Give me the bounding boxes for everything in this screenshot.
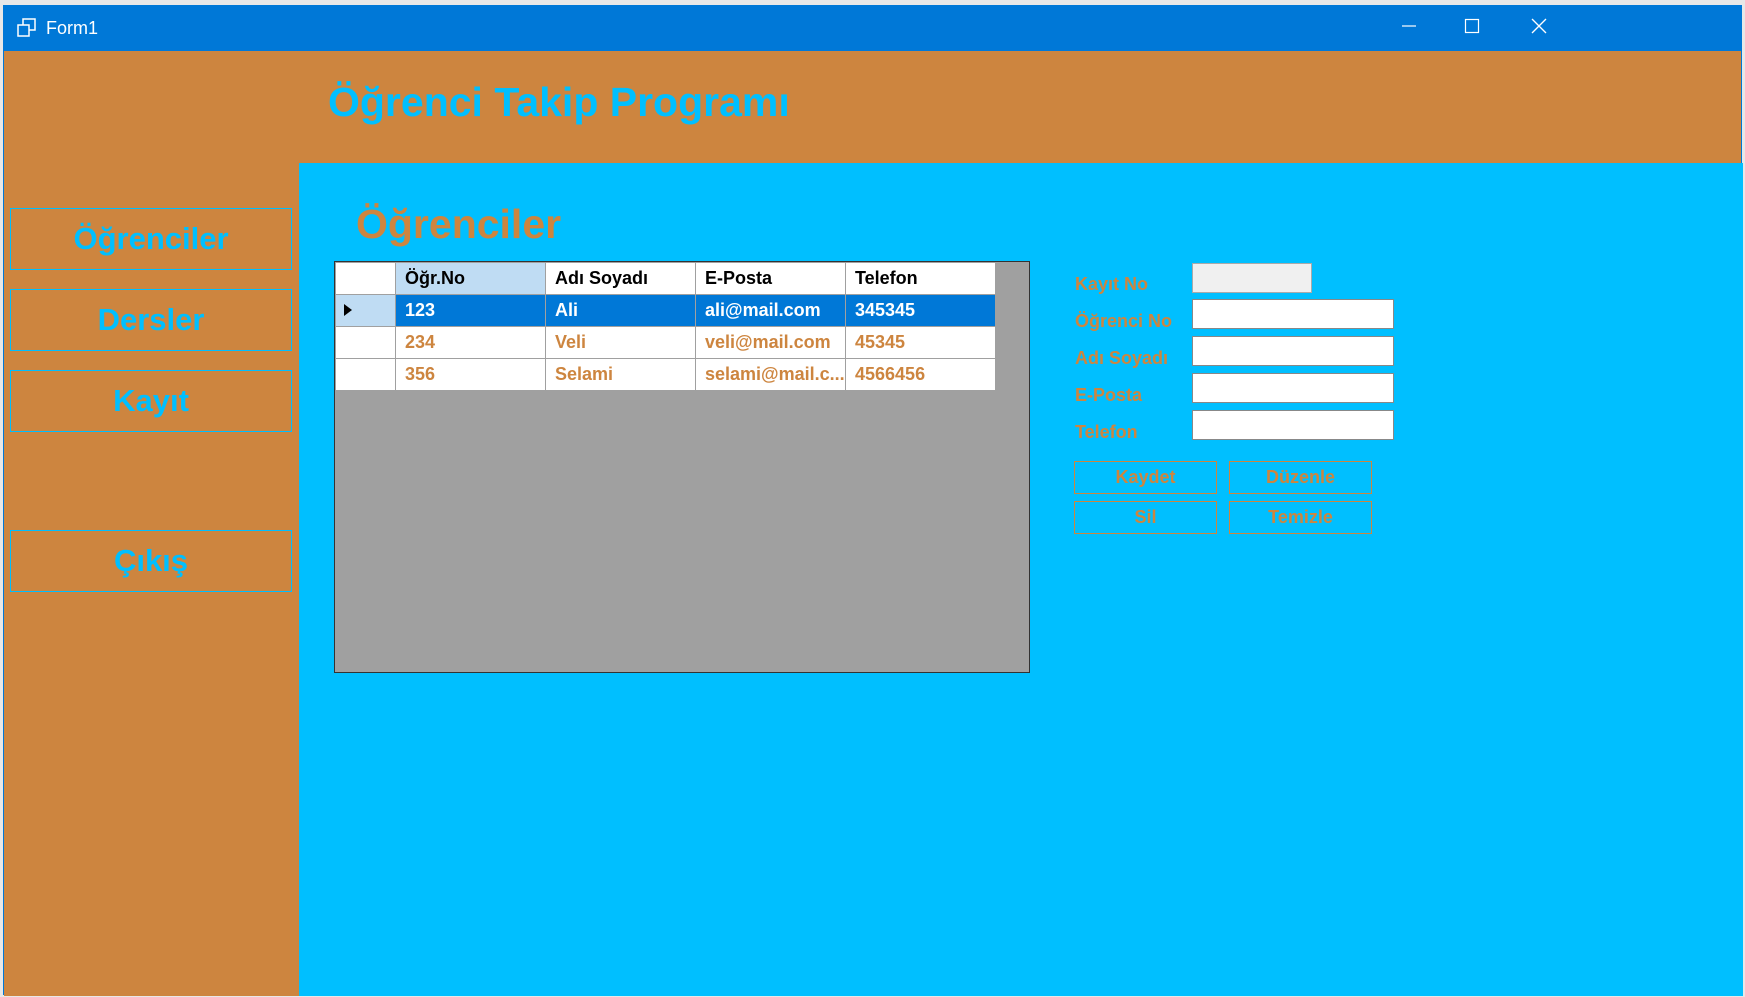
column-header[interactable]: Öğr.No <box>395 262 546 295</box>
row-header[interactable] <box>335 358 396 391</box>
column-header[interactable]: Adı Soyadı <box>545 262 696 295</box>
column-header[interactable]: Telefon <box>845 262 996 295</box>
label-ogrenci-no: Öğrenci No <box>1075 311 1173 331</box>
edit-button[interactable]: Düzenle <box>1229 461 1372 494</box>
title-bar[interactable]: Form1 <box>4 6 1741 51</box>
nav-kayit-button[interactable]: Kayıt <box>10 370 292 432</box>
kayit-no-field[interactable] <box>1192 263 1312 293</box>
nav-ogrenciler-button[interactable]: Öğrenciler <box>10 208 292 270</box>
label-eposta: E-Posta <box>1075 385 1143 405</box>
row-header[interactable] <box>335 326 396 359</box>
app-header: Öğrenci Takip Programı <box>4 51 1741 163</box>
exit-button[interactable]: Çıkış <box>10 530 292 592</box>
clear-button[interactable]: Temizle <box>1229 501 1372 534</box>
nav-dersler-button[interactable]: Dersler <box>10 289 292 351</box>
cell-no[interactable]: 123 <box>395 294 546 327</box>
app-title: Öğrenci Takip Programı <box>328 79 790 125</box>
table-row[interactable]: 123 Ali ali@mail.com 345345 <box>335 294 996 327</box>
maximize-button[interactable] <box>1437 6 1507 51</box>
cell-phone[interactable]: 4566456 <box>845 358 996 391</box>
cell-no[interactable]: 356 <box>395 358 546 391</box>
current-row-arrow-icon <box>344 300 352 321</box>
cell-email[interactable]: veli@mail.com <box>695 326 846 359</box>
grid-corner-header[interactable] <box>335 262 396 295</box>
cell-name[interactable]: Selami <box>545 358 696 391</box>
table-row[interactable]: 234 Veli veli@mail.com 45345 <box>335 326 996 359</box>
close-icon <box>1531 18 1547 39</box>
label-adi-soyadi: Adı Soyadı <box>1075 348 1169 368</box>
app-window: Form1 Öğrenci Takip Programı Öğrenciler … <box>3 5 1743 996</box>
cell-email[interactable]: selami@mail.c... <box>695 358 846 391</box>
cell-name[interactable]: Veli <box>545 326 696 359</box>
label-kayit-no: Kayıt No <box>1075 274 1149 294</box>
minimize-button[interactable] <box>1374 6 1444 51</box>
eposta-field[interactable] <box>1192 373 1394 403</box>
cell-no[interactable]: 234 <box>395 326 546 359</box>
section-title: Öğrenciler <box>356 201 562 247</box>
students-grid[interactable]: Öğr.No Adı Soyadı E-Posta Telefon 123 Al… <box>334 261 1030 673</box>
minimize-icon <box>1401 18 1417 39</box>
cell-phone[interactable]: 45345 <box>845 326 996 359</box>
ogrenci-no-field[interactable] <box>1192 299 1394 329</box>
row-header[interactable] <box>335 294 396 327</box>
table-row[interactable]: 356 Selami selami@mail.c... 4566456 <box>335 358 996 391</box>
sidebar: Öğrenciler Dersler Kayıt Çıkış <box>4 163 299 996</box>
cell-name[interactable]: Ali <box>545 294 696 327</box>
grid-header-row: Öğr.No Adı Soyadı E-Posta Telefon <box>335 262 996 295</box>
window-title: Form1 <box>46 18 99 38</box>
cell-email[interactable]: ali@mail.com <box>695 294 846 327</box>
close-button[interactable] <box>1504 6 1574 51</box>
app-window-icon <box>17 18 37 38</box>
delete-button[interactable]: Sil <box>1074 501 1217 534</box>
cell-phone[interactable]: 345345 <box>845 294 996 327</box>
label-telefon: Telefon <box>1075 422 1138 442</box>
telefon-field[interactable] <box>1192 410 1394 440</box>
main-content: Öğrenciler Öğr.No Adı Soyadı E-Posta Tel… <box>299 163 1743 996</box>
column-header[interactable]: E-Posta <box>695 262 846 295</box>
adi-soyadi-field[interactable] <box>1192 336 1394 366</box>
save-button[interactable]: Kaydet <box>1074 461 1217 494</box>
maximize-icon <box>1464 18 1480 39</box>
